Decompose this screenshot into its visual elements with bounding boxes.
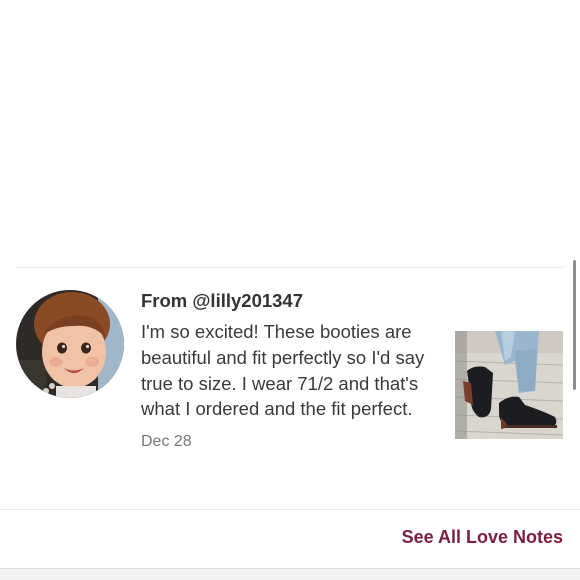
see-all-love-notes-link[interactable]: See All Love Notes [402, 527, 563, 548]
avatar[interactable] [16, 290, 124, 398]
note-message: I'm so excited! These booties are beauti… [141, 321, 425, 420]
black-ankle-booties-photo-icon [455, 331, 563, 439]
child-photo-icon [16, 290, 124, 398]
note-author[interactable]: From @lilly201347 [141, 290, 431, 312]
note-body: From @lilly201347 I'm so excited! These … [141, 290, 431, 451]
love-notes-page: From @lilly201347 I'm so excited! These … [0, 0, 580, 580]
love-note: From @lilly201347 I'm so excited! These … [0, 268, 580, 508]
product-thumbnail[interactable] [455, 331, 563, 439]
blank-image-area [0, 0, 580, 268]
footer-divider [0, 509, 580, 510]
bottom-bar [0, 568, 580, 580]
note-date: Dec 28 [141, 433, 192, 451]
